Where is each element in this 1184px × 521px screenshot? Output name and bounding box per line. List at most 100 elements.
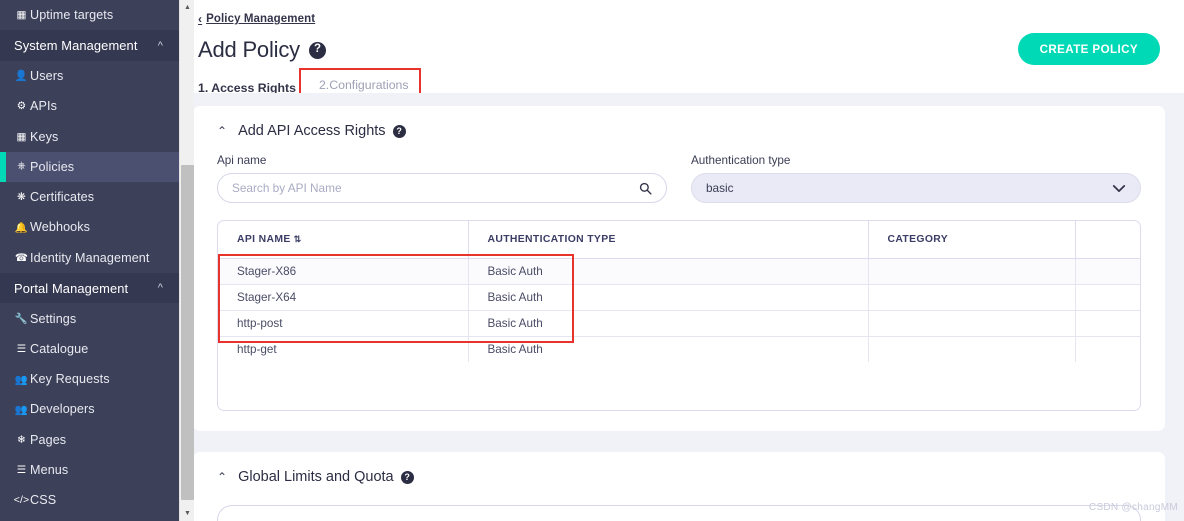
- sidebar-item-certificates[interactable]: ❋ Certificates: [0, 182, 179, 212]
- cogs-icon: ⚙: [16, 100, 27, 113]
- table-body: Stager-X86 Basic Auth Stager-X64 Basic A…: [218, 258, 1140, 363]
- sidebar-item-users[interactable]: 👤 Users: [0, 61, 179, 91]
- table-row[interactable]: http-post Basic Auth: [218, 310, 1140, 337]
- sidebar-item-label: Uptime targets: [30, 8, 114, 23]
- sidebar-item-label: Policies: [30, 159, 75, 174]
- sidebar: ▦ Uptime targets System Management ^ 👤 U…: [0, 0, 179, 521]
- global-limit-input[interactable]: [232, 513, 1126, 521]
- page-title-text: Add Policy: [198, 37, 300, 62]
- global-limit-input-wrap[interactable]: [217, 505, 1141, 521]
- field-api-name: Api name: [217, 154, 667, 203]
- cell-category: [868, 310, 1076, 337]
- chevron-down-icon[interactable]: [1112, 184, 1126, 193]
- app-root: ▦ Uptime targets System Management ^ 👤 U…: [0, 0, 1184, 521]
- tab-label: 2.Configurations: [318, 78, 409, 92]
- plug-icon: ⎈: [17, 160, 26, 173]
- scroll-up-arrow-icon[interactable]: ▲: [180, 0, 195, 15]
- table-footer-space: [218, 362, 1140, 410]
- cell-auth-type: Basic Auth: [468, 336, 869, 362]
- api-access-table-wrap: API NAME ⇅ AUTHENTICATION TYPE CATEGORY S…: [217, 220, 1141, 411]
- sidebar-item-label: Key Requests: [30, 372, 110, 387]
- sidebar-item-identity-management[interactable]: ☎ Identity Management: [0, 243, 179, 273]
- table-row[interactable]: Stager-X64 Basic Auth: [218, 284, 1140, 311]
- cell-category: [868, 284, 1076, 311]
- chevron-left-icon: ‹: [198, 12, 203, 26]
- breadcrumb-label: Policy Management: [206, 13, 316, 25]
- sidebar-item-settings[interactable]: 🔧 Settings: [0, 303, 179, 333]
- sidebar-item-label: Menus: [30, 463, 69, 477]
- sidebar-item-css[interactable]: </> CSS: [0, 485, 179, 515]
- api-access-table: API NAME ⇅ AUTHENTICATION TYPE CATEGORY S…: [218, 221, 1140, 362]
- sidebar-item-menus[interactable]: ☰ Menus: [0, 455, 179, 485]
- table-row[interactable]: Stager-X86 Basic Auth: [218, 258, 1140, 285]
- sort-icon[interactable]: ⇅: [294, 234, 302, 244]
- sidebar-item-webhooks[interactable]: 🔔 Webhooks: [0, 212, 179, 242]
- book-icon: ☰: [16, 342, 27, 355]
- cell-actions: [1075, 310, 1140, 337]
- sidebar-item-pages[interactable]: ❄ Pages: [0, 425, 179, 455]
- sidebar-item-policies[interactable]: ⎈ Policies: [0, 151, 179, 183]
- sidebar-scrollbar[interactable]: ▲ ▼: [179, 0, 194, 521]
- section-header-global-limits[interactable]: ⌃ Global Limits and Quota ?: [217, 469, 1141, 485]
- help-icon[interactable]: ?: [308, 41, 326, 59]
- cell-actions: [1075, 337, 1140, 363]
- search-icon[interactable]: [639, 182, 652, 195]
- cell-api-name: Stager-X64: [218, 284, 469, 311]
- create-policy-button[interactable]: CREATE POLICY: [1017, 33, 1160, 65]
- sidebar-item-uptime-targets[interactable]: ▦ Uptime targets: [0, 0, 179, 30]
- chevron-up-icon: ^: [157, 39, 163, 52]
- api-name-label: Api name: [217, 154, 267, 167]
- user-icon: 👤: [14, 70, 29, 83]
- sidebar-group-label: Portal Management: [14, 280, 129, 296]
- api-name-input-wrap[interactable]: [217, 173, 667, 203]
- sidebar-item-developers[interactable]: 👥 Developers: [0, 394, 179, 424]
- card-add-api-access-rights: ⌃ Add API Access Rights ? Api name Searc…: [193, 106, 1165, 431]
- section-title: Global Limits and Quota: [238, 469, 394, 485]
- sidebar-group-portal-management[interactable]: Portal Management ^: [0, 272, 179, 304]
- section-title: Add API Access Rights: [238, 123, 386, 139]
- cell-auth-type: Basic Auth: [468, 310, 869, 337]
- column-label: API NAME: [237, 234, 291, 245]
- watermark: CSDN @changMM: [1088, 502, 1178, 513]
- auth-type-select[interactable]: basic: [691, 173, 1141, 203]
- search-input[interactable]: [232, 181, 652, 195]
- chevron-up-icon[interactable]: ⌃: [217, 124, 227, 138]
- sidebar-item-label: Pages: [30, 432, 67, 447]
- sidebar-item-keys[interactable]: ▦ Keys: [0, 121, 179, 151]
- sidebar-group-system-management[interactable]: System Management ^: [0, 30, 179, 61]
- leaf-icon: ❄: [17, 433, 26, 446]
- column-header-api-name[interactable]: API NAME ⇅: [218, 221, 469, 259]
- content-scroll-area: ⌃ Add API Access Rights ? Api name Searc…: [179, 93, 1184, 521]
- table-row[interactable]: http-get Basic Auth: [218, 336, 1140, 363]
- sidebar-item-label: Certificates: [30, 190, 95, 205]
- help-icon[interactable]: ?: [392, 124, 406, 138]
- auth-type-value: basic: [706, 181, 734, 195]
- page-header: ‹ Policy Management Add Policy ? 1. Acce…: [179, 0, 1184, 104]
- chevron-up-icon[interactable]: ⌃: [217, 470, 227, 484]
- auth-type-label: Authentication type: [691, 154, 791, 167]
- cell-api-name: http-get: [218, 336, 469, 362]
- bars-icon: ☰: [16, 464, 27, 476]
- column-header-category[interactable]: CATEGORY: [868, 221, 1076, 259]
- scroll-down-arrow-icon[interactable]: ▼: [180, 506, 195, 521]
- column-header-actions: [1075, 221, 1140, 259]
- sidebar-item-apis[interactable]: ⚙ APIs: [0, 91, 179, 121]
- section-header-access-rights[interactable]: ⌃ Add API Access Rights ?: [217, 123, 1141, 139]
- column-header-authentication-type[interactable]: AUTHENTICATION TYPE: [468, 221, 869, 259]
- sidebar-item-label: APIs: [30, 99, 57, 114]
- scrollbar-thumb[interactable]: [181, 165, 194, 500]
- breadcrumb-policy-management[interactable]: ‹ Policy Management: [198, 12, 315, 26]
- chevron-up-icon: ^: [157, 282, 163, 295]
- cell-category: [868, 336, 1076, 362]
- help-icon[interactable]: ?: [400, 470, 414, 484]
- cell-category: [868, 258, 1076, 285]
- wrench-icon: 🔧: [14, 313, 29, 326]
- table-header-row: API NAME ⇅ AUTHENTICATION TYPE CATEGORY: [218, 221, 1140, 259]
- users-icon: 👥: [14, 403, 29, 416]
- sidebar-item-catalogue[interactable]: ☰ Catalogue: [0, 334, 179, 364]
- bell-icon: 🔔: [14, 221, 29, 234]
- sidebar-item-label: Catalogue: [30, 341, 89, 356]
- cell-auth-type: Basic Auth: [468, 284, 869, 311]
- cell-api-name: Stager-X86: [218, 258, 469, 285]
- sidebar-item-key-requests[interactable]: 👥 Key Requests: [0, 364, 179, 394]
